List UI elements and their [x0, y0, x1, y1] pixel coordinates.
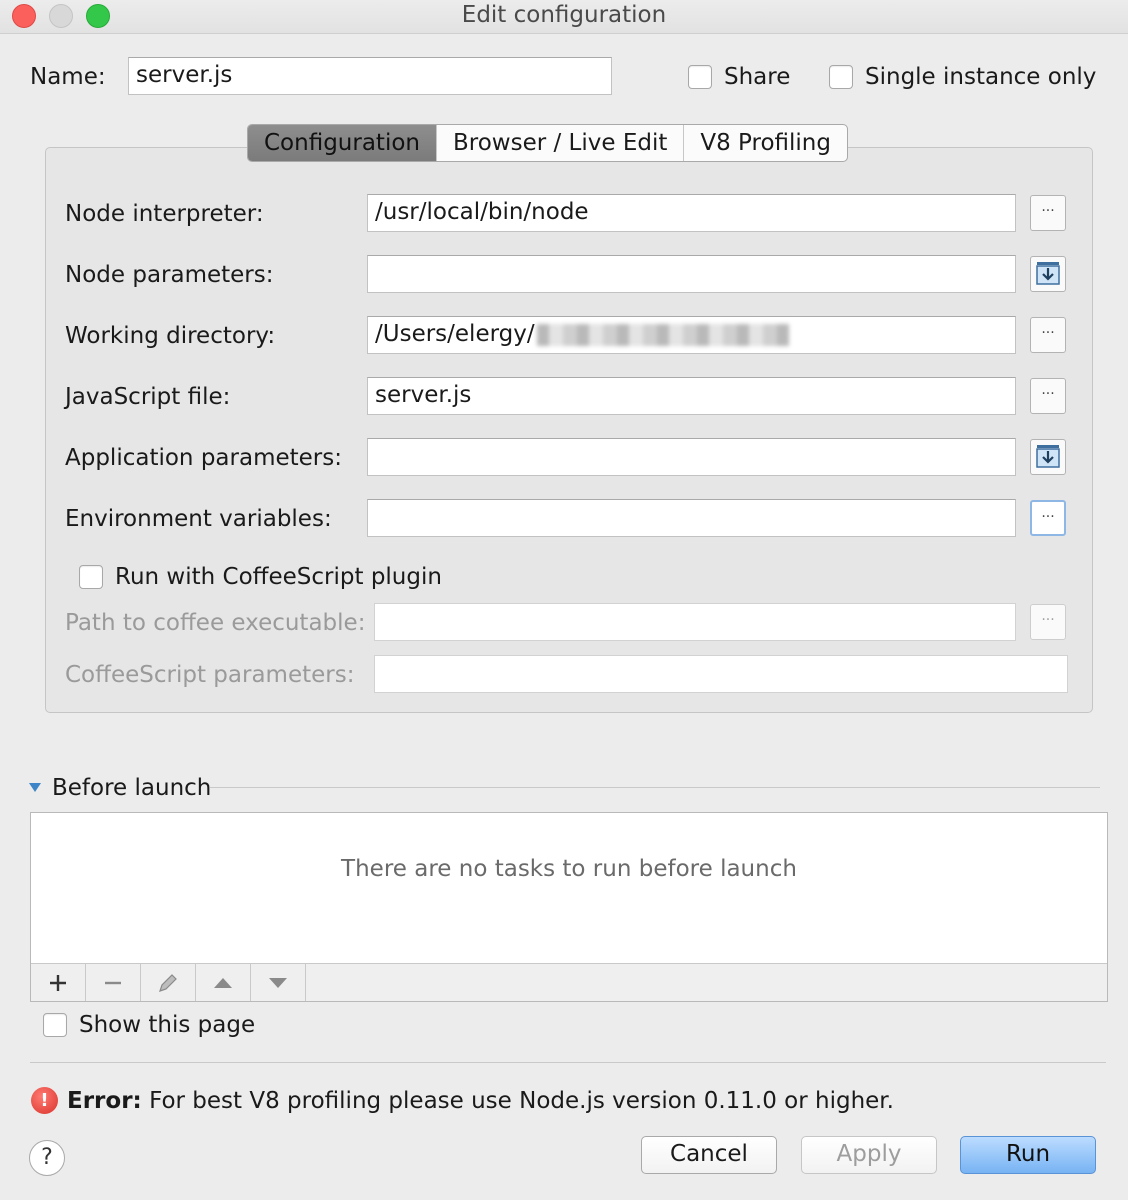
name-label: Name: [30, 64, 106, 90]
working-directory-label: Working directory: [65, 323, 276, 349]
coffee-path-label: Path to coffee executable: [65, 610, 366, 636]
node-interpreter-input[interactable]: /usr/local/bin/node [367, 194, 1016, 232]
coffee-path-input[interactable] [374, 603, 1016, 641]
node-parameters-label: Node parameters: [65, 262, 274, 288]
application-parameters-label: Application parameters: [65, 445, 342, 471]
ellipsis-icon: ··· [1041, 203, 1055, 219]
remove-task-button[interactable] [86, 964, 141, 1001]
tasks-toolbar [31, 963, 1107, 1001]
environment-variables-browse-button[interactable]: ··· [1030, 500, 1066, 536]
show-this-page-checkbox[interactable] [43, 1013, 67, 1037]
cancel-button[interactable]: Cancel [641, 1136, 777, 1174]
tab-v8-profiling[interactable]: V8 Profiling [683, 125, 847, 161]
window-title: Edit configuration [461, 2, 667, 28]
tab-configuration[interactable]: Configuration [248, 125, 436, 161]
ellipsis-icon: ··· [1041, 386, 1055, 402]
apply-button[interactable]: Apply [801, 1136, 937, 1174]
add-task-button[interactable] [31, 964, 86, 1001]
javascript-file-browse-button[interactable]: ··· [1030, 378, 1066, 414]
collapse-triangle-icon[interactable] [29, 783, 41, 792]
environment-variables-label: Environment variables: [65, 506, 332, 532]
section-divider [210, 787, 1100, 788]
edit-task-button[interactable] [141, 964, 196, 1001]
share-label: Share [724, 64, 791, 90]
run-button[interactable]: Run [960, 1136, 1096, 1174]
name-input[interactable]: server.js [128, 57, 612, 95]
application-parameters-input[interactable] [367, 438, 1016, 476]
error-text: For best V8 profiling please use Node.js… [149, 1088, 894, 1114]
working-directory-browse-button[interactable]: ··· [1030, 317, 1066, 353]
coffeescript-checkbox[interactable] [79, 565, 103, 589]
before-launch-title: Before launch [52, 775, 212, 801]
plus-icon [50, 974, 66, 991]
minus-icon [105, 981, 121, 984]
javascript-file-input[interactable]: server.js [367, 377, 1016, 415]
coffeescript-checkbox-label: Run with CoffeeScript plugin [115, 564, 442, 590]
triangle-down-icon [269, 977, 287, 988]
ellipsis-icon: ··· [1041, 612, 1055, 628]
single-instance-label: Single instance only [865, 64, 1097, 90]
coffee-path-browse-button[interactable]: ··· [1030, 604, 1066, 640]
error-icon: ! [31, 1087, 58, 1114]
triangle-up-icon [214, 977, 232, 988]
single-instance-checkbox[interactable] [829, 65, 853, 89]
tab-bar: Configuration Browser / Live Edit V8 Pro… [247, 124, 848, 162]
redacted-path-blur [536, 323, 789, 346]
ellipsis-icon: ··· [1041, 325, 1055, 341]
share-checkbox[interactable] [688, 65, 712, 89]
ellipsis-icon: ··· [1041, 509, 1055, 525]
expand-text-icon [1036, 445, 1060, 468]
move-task-down-button[interactable] [251, 964, 306, 1001]
empty-tasks-message: There are no tasks to run before launch [341, 856, 797, 882]
pencil-icon [159, 973, 177, 992]
working-directory-value: /Users/elergy/ [375, 321, 535, 347]
move-task-up-button[interactable] [196, 964, 251, 1001]
node-interpreter-label: Node interpreter: [65, 201, 264, 227]
environment-variables-input[interactable] [367, 499, 1016, 537]
tab-browser-live-edit[interactable]: Browser / Live Edit [435, 125, 683, 161]
before-launch-task-list[interactable]: There are no tasks to run before launch [30, 812, 1108, 1002]
footer-divider [30, 1062, 1106, 1063]
title-bar: Edit configuration [0, 0, 1128, 34]
coffeescript-parameters-input[interactable] [374, 655, 1068, 693]
javascript-file-label: JavaScript file: [65, 384, 231, 410]
node-parameters-input[interactable] [367, 255, 1016, 293]
application-parameters-expand-button[interactable] [1030, 439, 1066, 475]
error-message: Error: For best V8 profiling please use … [67, 1087, 894, 1115]
coffeescript-parameters-label: CoffeeScript parameters: [65, 662, 355, 688]
show-this-page-label: Show this page [79, 1012, 256, 1038]
help-button[interactable]: ? [29, 1140, 65, 1176]
node-parameters-expand-button[interactable] [1030, 256, 1066, 292]
working-directory-input[interactable]: /Users/elergy/ [367, 316, 1016, 354]
node-interpreter-browse-button[interactable]: ··· [1030, 195, 1066, 231]
error-prefix: Error: [67, 1088, 142, 1114]
expand-text-icon [1036, 262, 1060, 285]
